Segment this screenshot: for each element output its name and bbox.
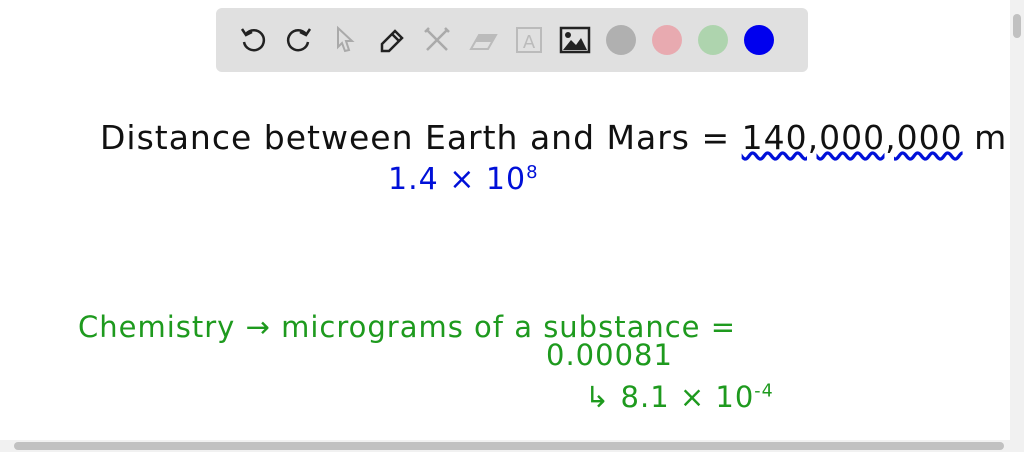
- arrow-icon: ↳: [585, 380, 611, 414]
- redo-icon[interactable]: [276, 17, 322, 63]
- handwritten-decimal-value: 0.00081: [546, 338, 673, 372]
- sci-exponent: -4: [754, 381, 774, 402]
- pointer-icon[interactable]: [322, 17, 368, 63]
- color-gray[interactable]: [598, 17, 644, 63]
- sci-base: 1.4 × 10: [388, 162, 527, 197]
- color-pink[interactable]: [644, 17, 690, 63]
- text-icon[interactable]: A: [506, 17, 552, 63]
- color-swatch: [744, 25, 774, 55]
- horizontal-scroll-thumb[interactable]: [14, 442, 1004, 450]
- undo-icon[interactable]: [230, 17, 276, 63]
- eraser-icon[interactable]: [460, 17, 506, 63]
- handwritten-line-distance: Distance between Earth and Mars = 140,00…: [100, 118, 1024, 157]
- sci-base: 8.1 × 10: [620, 380, 755, 414]
- drawing-toolbar: A: [216, 8, 808, 72]
- horizontal-scrollbar[interactable]: [0, 440, 1024, 452]
- tools-icon[interactable]: [414, 17, 460, 63]
- image-icon[interactable]: [552, 17, 598, 63]
- color-blue[interactable]: [736, 17, 782, 63]
- vertical-scrollbar[interactable]: [1010, 0, 1024, 440]
- distance-value: 140,000,000: [741, 118, 963, 157]
- handwritten-scientific-chem: ↳ 8.1 × 10-4: [585, 380, 774, 414]
- color-swatch: [698, 25, 728, 55]
- sci-exponent: 8: [526, 162, 539, 183]
- color-swatch: [606, 25, 636, 55]
- text-icon-glyph: A: [523, 32, 536, 53]
- color-swatch: [652, 25, 682, 55]
- vertical-scroll-thumb[interactable]: [1013, 14, 1021, 38]
- handwritten-scientific-distance: 1.4 × 108: [388, 162, 539, 197]
- distance-label: Distance between Earth and Mars =: [100, 118, 731, 157]
- color-green[interactable]: [690, 17, 736, 63]
- pen-icon[interactable]: [368, 17, 414, 63]
